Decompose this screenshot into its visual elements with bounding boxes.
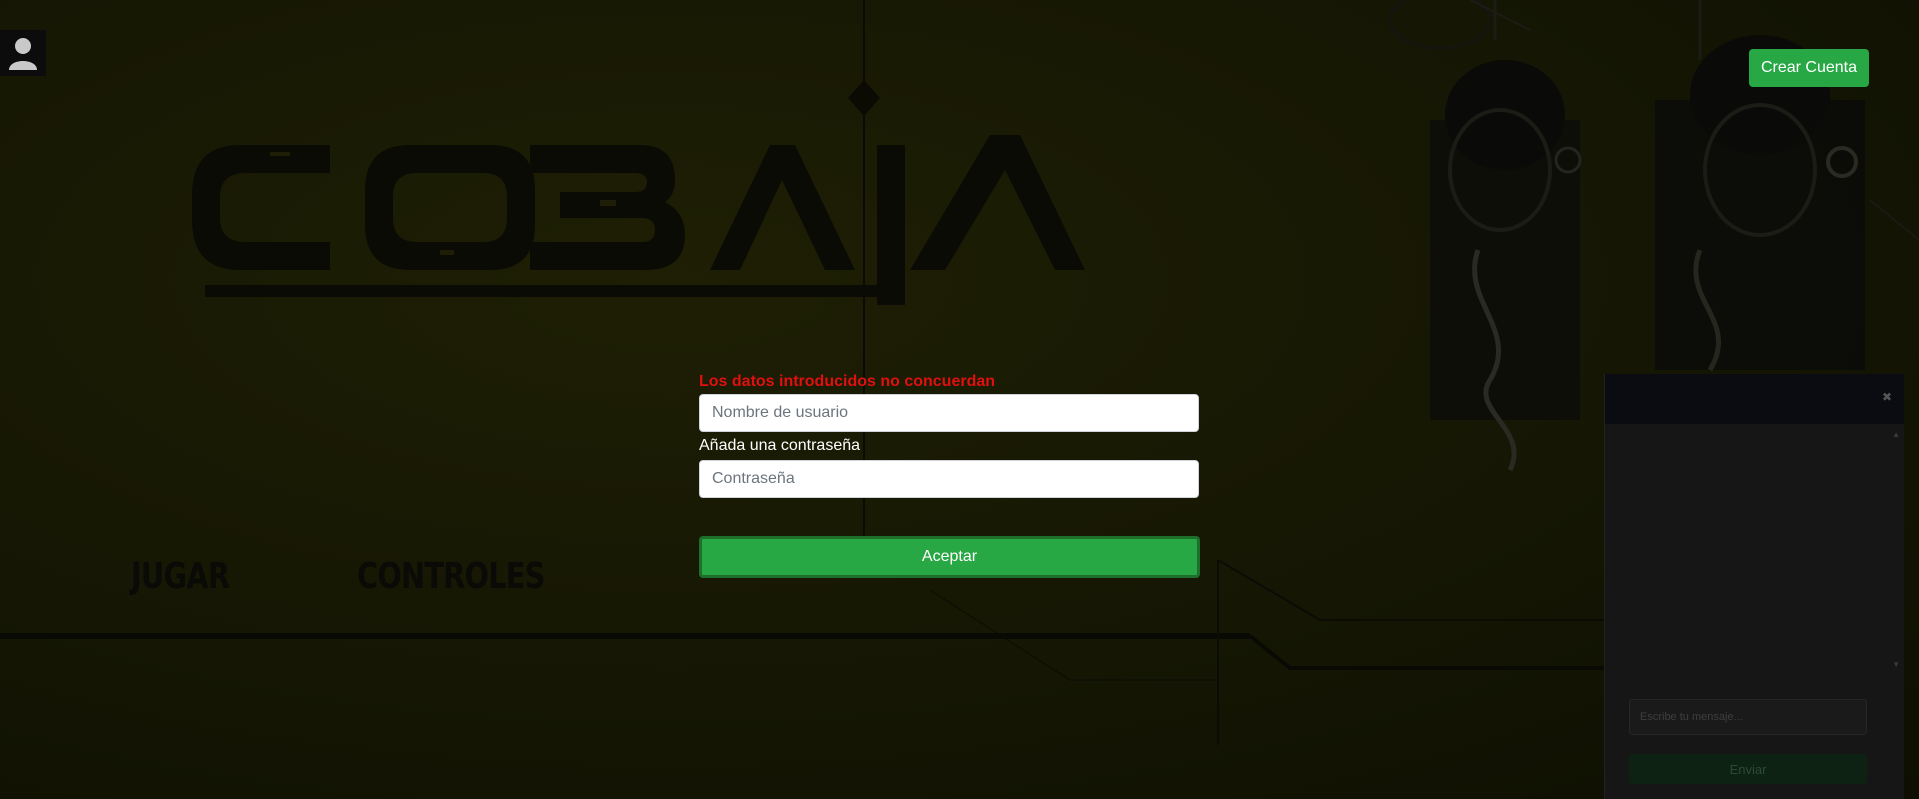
chat-send-button[interactable]: Enviar — [1629, 754, 1867, 784]
chat-header: ✖ — [1605, 374, 1904, 424]
nav-controles[interactable]: CONTROLES — [357, 556, 545, 597]
password-input[interactable] — [699, 460, 1199, 498]
login-form: Los datos introducidos no concuerdan Aña… — [699, 370, 1200, 578]
chat-panel: ✖ ▲ ▼ Enviar — [1604, 374, 1904, 799]
user-icon — [9, 38, 37, 70]
cobaia-logo — [192, 135, 1085, 305]
page-stage: Crear Cuenta JUGAR CONTROLES Los datos i… — [0, 0, 1919, 799]
chat-message-input[interactable] — [1629, 699, 1867, 735]
close-icon[interactable]: ✖ — [1882, 390, 1892, 404]
user-profile-button[interactable] — [0, 30, 46, 76]
create-account-button[interactable]: Crear Cuenta — [1749, 49, 1869, 87]
accept-button[interactable]: Aceptar — [699, 536, 1200, 578]
error-message: Los datos introducidos no concuerdan — [699, 373, 996, 390]
password-label: Añada una contraseña — [699, 437, 861, 454]
nav-jugar[interactable]: JUGAR — [131, 556, 230, 597]
chat-messages[interactable]: ▲ ▼ — [1605, 424, 1904, 674]
scroll-down-icon[interactable]: ▼ — [1892, 660, 1900, 669]
username-input[interactable] — [699, 394, 1199, 432]
scroll-up-icon[interactable]: ▲ — [1892, 430, 1900, 439]
